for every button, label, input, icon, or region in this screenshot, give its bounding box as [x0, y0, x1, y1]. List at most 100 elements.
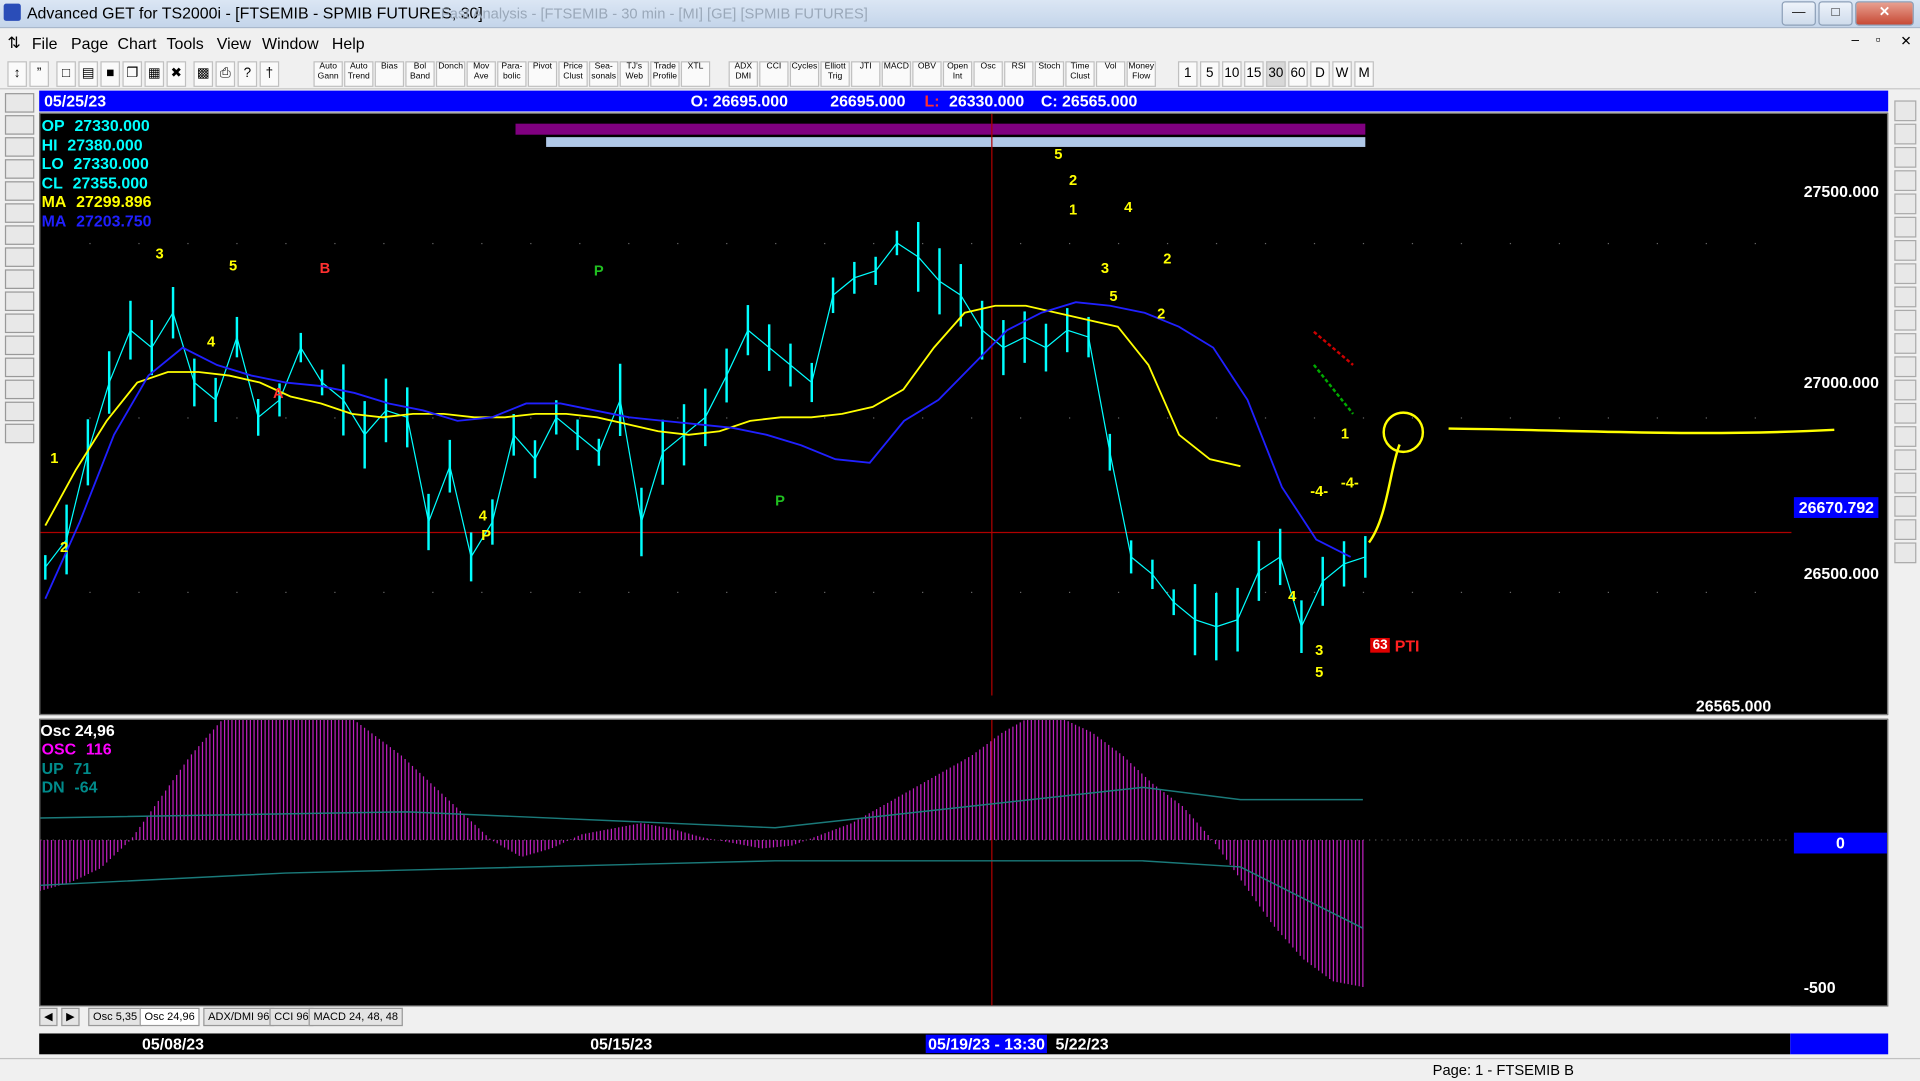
close-button[interactable]: ✕ — [1855, 1, 1914, 26]
study-button-6[interactable]: Para-bolic — [497, 61, 527, 87]
study-button-14[interactable]: CCI — [759, 61, 789, 87]
mdi-close-button[interactable]: ✕ — [1900, 33, 1911, 49]
cross-icon[interactable] — [4, 401, 35, 422]
menu-view[interactable]: View — [217, 34, 251, 52]
elliott-icon[interactable] — [4, 181, 35, 201]
interval-button-10[interactable]: 10 — [1222, 61, 1242, 87]
drawing-tool-icon[interactable] — [1894, 519, 1917, 541]
maximize-button[interactable]: □ — [1818, 1, 1853, 26]
minimize-button[interactable]: — — [1781, 1, 1816, 26]
interval-button-W[interactable]: W — [1332, 61, 1352, 87]
lines-icon[interactable] — [4, 357, 35, 378]
tab-osc-5-35[interactable]: Osc 5,35 — [88, 1007, 143, 1027]
study-button-11[interactable]: Trade Profile — [650, 61, 680, 87]
study-button-9[interactable]: Sea-sonals — [588, 61, 619, 87]
tile-icon[interactable]: ▦ — [144, 61, 165, 87]
gann-icon[interactable] — [4, 379, 35, 400]
mdi-minimize-button[interactable]: – — [1851, 33, 1859, 48]
study-button-26[interactable]: Money Flow — [1126, 61, 1156, 87]
interval-button-15[interactable]: 15 — [1244, 61, 1264, 87]
up-arrow-icon[interactable] — [4, 203, 35, 223]
study-button-13[interactable]: ADX DMI — [728, 61, 758, 87]
reset-icon[interactable] — [4, 137, 35, 157]
study-button-2[interactable]: Bias — [374, 61, 405, 87]
pencil-icon[interactable] — [4, 93, 35, 113]
study-button-8[interactable]: Price Clust — [558, 61, 588, 87]
menu-window[interactable]: Window — [262, 34, 319, 52]
study-button-4[interactable]: Donch — [435, 61, 466, 87]
oscillator-pane[interactable]: Osc 24,96 OSC 116 UP 71 DN -64 0 -500 — [39, 718, 1889, 1007]
whatsthis-icon[interactable]: † — [259, 61, 280, 87]
drawing-tool-icon[interactable] — [1894, 100, 1917, 122]
drawing-tool-icon[interactable] — [1894, 333, 1917, 354]
study-button-19[interactable]: OBV — [912, 61, 942, 87]
drawing-tool-icon[interactable] — [1894, 193, 1917, 215]
study-button-15[interactable]: Cycles — [789, 61, 820, 87]
drawing-tool-icon[interactable] — [1894, 309, 1917, 331]
study-button-1[interactable]: Auto Trend — [344, 61, 374, 87]
drawing-tool-icon[interactable] — [1894, 426, 1917, 447]
study-button-7[interactable]: Pivot — [527, 61, 558, 87]
tab-cci-96[interactable]: CCI 96 — [269, 1007, 314, 1027]
left-arrow-icon[interactable] — [4, 247, 35, 267]
tab-osc-24-96[interactable]: Osc 24,96 — [139, 1007, 200, 1027]
drawing-tool-icon[interactable] — [1894, 216, 1917, 238]
drawing-tool-icon[interactable] — [1894, 286, 1917, 308]
right-arrow-icon[interactable] — [4, 269, 35, 289]
drawing-tool-icon[interactable] — [1894, 379, 1917, 401]
help-icon[interactable]: ? — [237, 61, 258, 87]
save-icon[interactable]: ■ — [100, 61, 121, 87]
menu-file[interactable]: File — [32, 34, 58, 52]
new-page-icon[interactable]: □ — [56, 61, 76, 87]
price-chart-pane[interactable]: 1 2 3 5 4 A B P 4 P P 5 2 1 4 3 5 2 2 1 -4- -4- 4 3 5 OP 27330.00… — [39, 112, 1889, 716]
study-button-21[interactable]: Osc — [973, 61, 1003, 87]
study-button-24[interactable]: Time Clust — [1065, 61, 1095, 87]
quote-icon[interactable]: ” — [29, 61, 49, 87]
menu-page[interactable]: Page — [71, 34, 108, 52]
menu-help[interactable]: Help — [332, 34, 365, 52]
chart-icon[interactable] — [4, 115, 35, 135]
interval-button-D[interactable]: D — [1310, 61, 1330, 87]
grid-icon[interactable]: ▩ — [193, 61, 214, 87]
study-button-16[interactable]: Elliott Trig — [820, 61, 850, 87]
interval-button-M[interactable]: M — [1354, 61, 1374, 87]
arrows-icon[interactable]: ↕ — [7, 61, 27, 87]
drawing-tool-icon[interactable] — [1894, 449, 1917, 471]
drawing-tool-icon[interactable] — [1894, 146, 1917, 168]
drawing-tool-icon[interactable] — [1894, 123, 1917, 145]
copy-icon[interactable]: ❐ — [122, 61, 143, 87]
print-icon[interactable] — [4, 423, 35, 444]
menu-chart[interactable]: Chart — [118, 34, 157, 52]
tab-scroll-right[interactable]: ▶ — [61, 1007, 80, 1027]
drawing-tool-icon[interactable] — [1894, 402, 1917, 424]
mdi-icon[interactable]: ⇅ — [7, 33, 20, 53]
drawing-tool-icon[interactable] — [1894, 472, 1917, 494]
interval-button-5[interactable]: 5 — [1200, 61, 1220, 87]
print-icon[interactable]: ⎙ — [215, 61, 236, 87]
study-button-23[interactable]: Stoch — [1034, 61, 1065, 87]
study-button-3[interactable]: Bol Band — [405, 61, 435, 87]
interval-button-60[interactable]: 60 — [1288, 61, 1308, 87]
study-button-18[interactable]: MACD — [881, 61, 912, 87]
scale-icon[interactable] — [4, 313, 35, 334]
tab-macd[interactable]: MACD 24, 48, 48 — [308, 1007, 403, 1027]
drawing-tool-icon[interactable] — [1894, 170, 1917, 192]
grid-icon[interactable] — [4, 335, 35, 356]
drawing-tool-icon[interactable] — [1894, 263, 1917, 285]
drawing-tool-icon[interactable] — [1894, 542, 1917, 564]
study-button-12[interactable]: XTL — [680, 61, 711, 87]
interval-button-1[interactable]: 1 — [1177, 61, 1198, 87]
study-button-25[interactable]: Vol — [1095, 61, 1126, 87]
tab-adx-dmi-96[interactable]: ADX/DMI 96 — [203, 1007, 275, 1027]
mdi-restore-button[interactable]: ▫ — [1876, 33, 1881, 48]
study-icon[interactable] — [4, 159, 35, 179]
drawing-tool-icon[interactable] — [1894, 240, 1917, 261]
down-arrow-icon[interactable] — [4, 225, 35, 245]
tab-scroll-left[interactable]: ◀ — [39, 1007, 58, 1027]
drawing-tool-icon[interactable] — [1894, 495, 1917, 517]
menu-tools[interactable]: Tools — [167, 34, 204, 52]
study-button-22[interactable]: RSI — [1004, 61, 1034, 87]
study-button-5[interactable]: Mov Ave — [466, 61, 496, 87]
delete-icon[interactable]: ✖ — [166, 61, 187, 87]
study-button-0[interactable]: Auto Gann — [313, 61, 343, 87]
